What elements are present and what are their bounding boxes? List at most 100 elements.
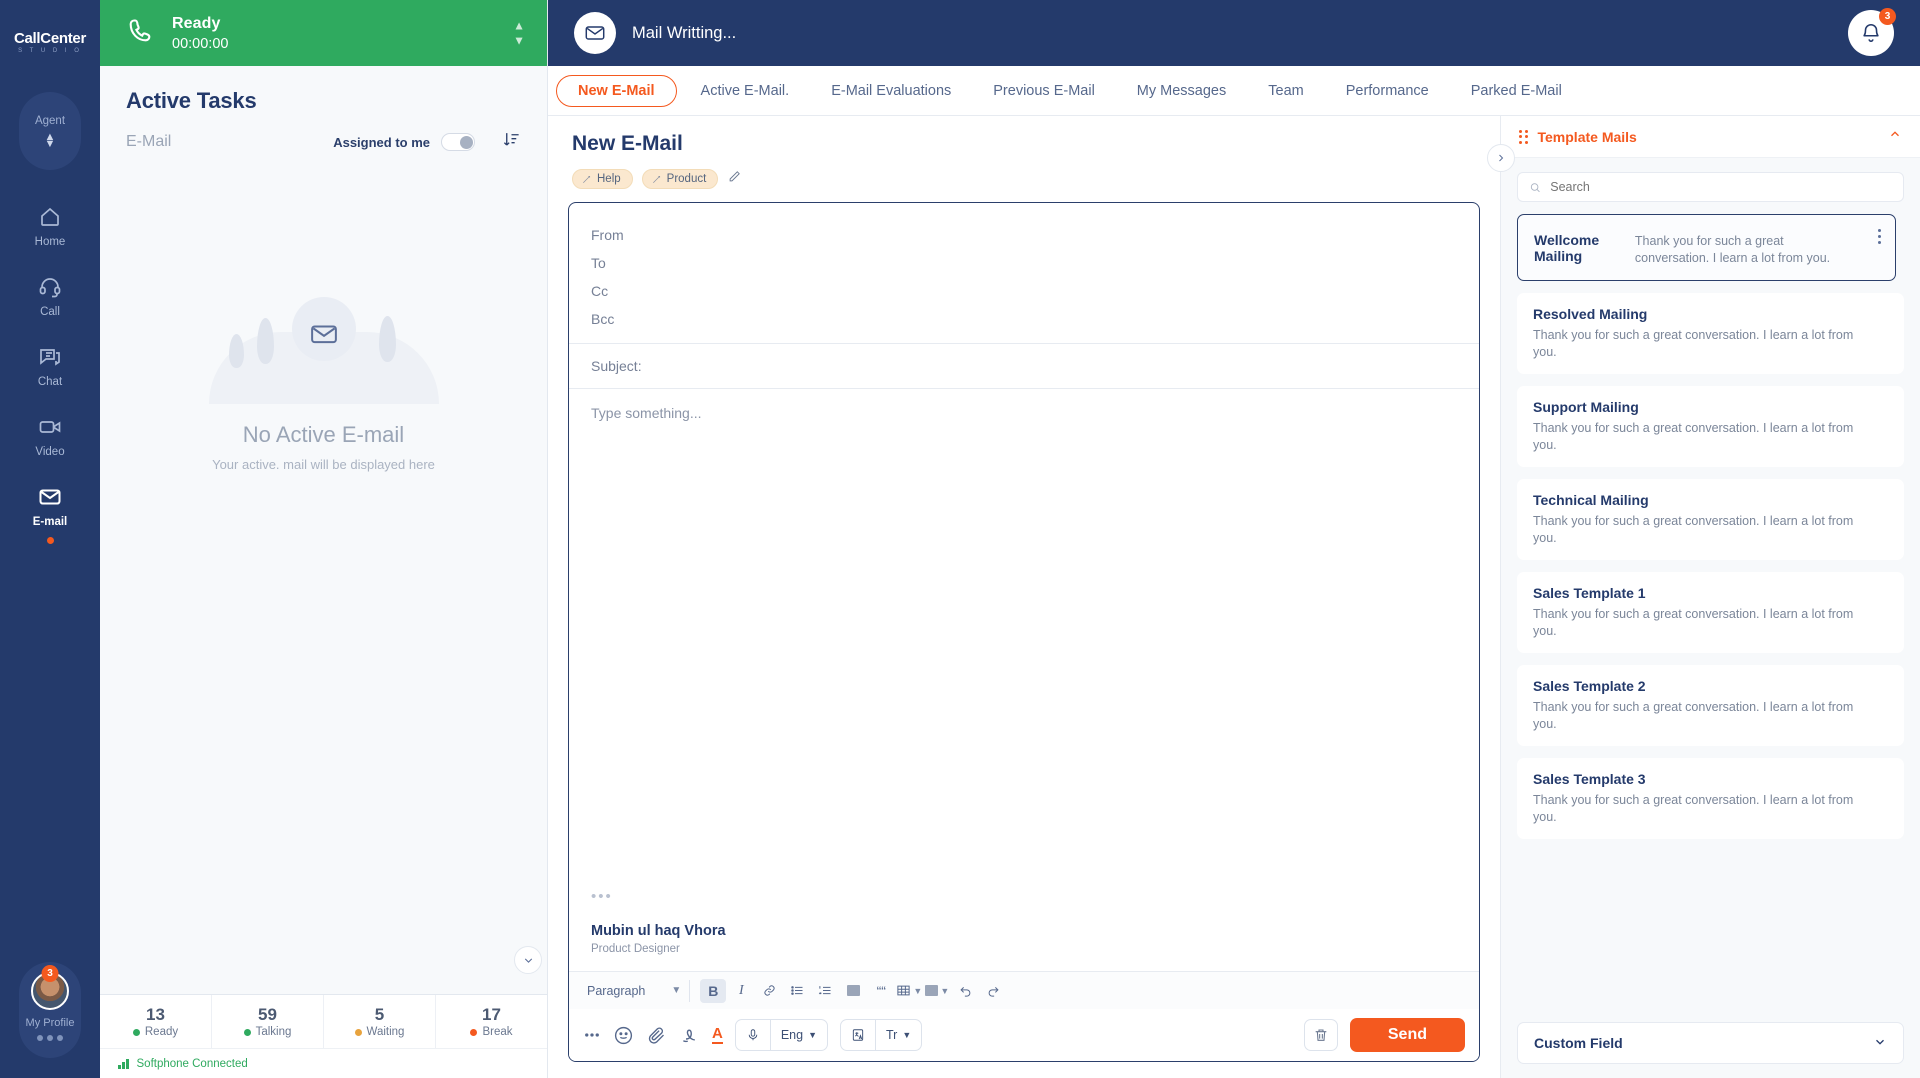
agent-selector[interactable]: Agent ▲▼ (19, 92, 81, 170)
template-item-resolved-mailing[interactable]: Resolved Mailing Thank you for such a gr… (1517, 293, 1904, 374)
tab-performance[interactable]: Performance (1328, 75, 1447, 107)
link-icon[interactable] (756, 979, 782, 1003)
chip-product[interactable]: Product (642, 169, 719, 189)
text-color-icon[interactable]: ▼ (924, 979, 950, 1003)
field-from[interactable]: From (591, 221, 1457, 249)
font-color-icon[interactable]: A (712, 1026, 723, 1044)
signature-role: Product Designer (591, 943, 1457, 955)
phone-icon (126, 17, 154, 50)
composer: New E-Mail Help Product (548, 116, 1500, 1078)
template-item-support-mailing[interactable]: Support Mailing Thank you for such a gre… (1517, 386, 1904, 467)
sidebar-item-chat[interactable]: Chat (0, 344, 100, 388)
translate-value: Tr (886, 1028, 897, 1042)
template-desc: Thank you for such a great conversation.… (1533, 513, 1888, 547)
tab-team[interactable]: Team (1250, 75, 1321, 107)
translate-control: Tr ▼ (840, 1019, 922, 1051)
tab-parked-email[interactable]: Parked E-Mail (1453, 75, 1580, 107)
search-input[interactable] (1550, 180, 1892, 194)
top-bar-title: Mail Writting... (632, 24, 736, 43)
template-item-wellcome-mailing[interactable]: Wellcome Mailing Thank you for such a gr… (1517, 214, 1896, 281)
edit-pencil-icon[interactable] (727, 169, 742, 189)
attachment-icon[interactable] (646, 1025, 667, 1046)
assigned-to-me-control: Assigned to me (333, 130, 521, 154)
send-button[interactable]: Send (1350, 1018, 1465, 1052)
body-placeholder: Type something... (591, 405, 1457, 421)
tag-chips: Help Product (572, 169, 1480, 189)
stat-waiting-label: Waiting (355, 1026, 405, 1038)
template-search[interactable] (1517, 172, 1904, 202)
sidebar-item-call-label: Call (40, 306, 60, 318)
table-icon[interactable]: ▼ (896, 979, 922, 1003)
numbered-list-icon[interactable] (812, 979, 838, 1003)
language-select[interactable]: Eng ▼ (770, 1020, 827, 1050)
template-kebab-icon[interactable] (1878, 229, 1881, 244)
template-item-sales-template-2[interactable]: Sales Template 2 Thank you for such a gr… (1517, 665, 1904, 746)
italic-button[interactable]: I (728, 979, 754, 1003)
field-to[interactable]: To (591, 249, 1457, 277)
template-panel-header: Template Mails (1501, 116, 1920, 158)
sidebar-item-call[interactable]: Call (0, 274, 100, 318)
chevron-down-icon: ▼ (513, 37, 525, 45)
highlight-color-icon[interactable] (840, 979, 866, 1003)
agent-status-stepper[interactable]: ▲ ▼ (513, 22, 525, 45)
collapse-panel-button[interactable] (1487, 144, 1515, 172)
sidebar-item-home-label: Home (35, 236, 66, 248)
template-item-sales-template-3[interactable]: Sales Template 3 Thank you for such a gr… (1517, 758, 1904, 839)
chevron-up-icon: ▲ (513, 22, 525, 30)
chevron-down-icon (1873, 1035, 1887, 1052)
my-profile-button[interactable]: 3 My Profile (19, 962, 81, 1058)
field-bcc[interactable]: Bcc (591, 305, 1457, 333)
body-editor[interactable]: Type something... ••• Mubin ul haq Vhora… (569, 389, 1479, 971)
chevron-updown-icon: ▲▼ (45, 134, 56, 148)
undo-icon[interactable] (952, 979, 978, 1003)
redo-icon[interactable] (980, 979, 1006, 1003)
block-style-select[interactable]: Paragraph ▼ (579, 980, 690, 1002)
discard-draft-button[interactable] (1304, 1019, 1338, 1051)
signature-name: Mubin ul haq Vhora (591, 923, 1457, 939)
template-item-technical-mailing[interactable]: Technical Mailing Thank you for such a g… (1517, 479, 1904, 560)
tab-bar: New E-Mail Active E-Mail. E-Mail Evaluat… (548, 66, 1920, 116)
tab-active-email[interactable]: Active E-Mail. (683, 75, 808, 107)
subject-input[interactable]: Subject: (569, 344, 1479, 389)
illustration-tree (379, 316, 396, 362)
microphone-icon[interactable] (736, 1020, 770, 1050)
translate-icon[interactable] (841, 1020, 875, 1050)
illustration-tree (257, 318, 274, 364)
template-desc: Thank you for such a great conversation.… (1533, 699, 1888, 733)
composer-action-bar: A Eng ▼ (569, 1009, 1479, 1061)
chevron-up-icon[interactable] (1888, 127, 1902, 146)
tab-new-email[interactable]: New E-Mail (556, 75, 677, 107)
tab-previous-email[interactable]: Previous E-Mail (975, 75, 1113, 107)
translate-select[interactable]: Tr ▼ (875, 1020, 921, 1050)
template-title: Sales Template 1 (1533, 585, 1888, 601)
empty-state-illustration (209, 294, 439, 404)
notifications-button[interactable]: 3 (1848, 10, 1894, 56)
drag-handle-icon[interactable] (1519, 130, 1528, 144)
tab-email-evaluations[interactable]: E-Mail Evaluations (813, 75, 969, 107)
tab-my-messages[interactable]: My Messages (1119, 75, 1244, 107)
field-cc[interactable]: Cc (591, 277, 1457, 305)
emoji-icon[interactable] (613, 1025, 634, 1046)
bold-button[interactable]: B (700, 979, 726, 1003)
signature-attach-icon[interactable] (679, 1025, 700, 1046)
sort-icon[interactable] (502, 130, 521, 154)
stat-ready-count: 13 (146, 1005, 165, 1024)
template-item-sales-template-1[interactable]: Sales Template 1 Thank you for such a gr… (1517, 572, 1904, 653)
custom-field-accordion[interactable]: Custom Field (1517, 1022, 1904, 1064)
sidebar-item-email[interactable]: E-mail (0, 484, 100, 544)
avatar-wrapper: 3 (31, 972, 69, 1010)
stat-talking-text: Talking (256, 1026, 292, 1038)
sidebar-item-home[interactable]: Home (0, 204, 100, 248)
collapse-tasks-button[interactable] (514, 946, 542, 974)
more-options-icon[interactable] (583, 1026, 601, 1044)
chip-help[interactable]: Help (572, 169, 633, 189)
bullet-list-icon[interactable] (784, 979, 810, 1003)
stat-break-text: Break (482, 1026, 512, 1038)
empty-state-subtitle: Your active. mail will be displayed here (212, 457, 435, 472)
stat-talking-count: 59 (258, 1005, 277, 1024)
sidebar-item-video[interactable]: Video (0, 414, 100, 458)
blockquote-icon[interactable]: ““ (868, 979, 894, 1003)
assigned-to-me-toggle[interactable] (441, 133, 475, 151)
signature-dots-icon: ••• (591, 888, 1457, 905)
stat-talking: 59 Talking (212, 995, 324, 1048)
